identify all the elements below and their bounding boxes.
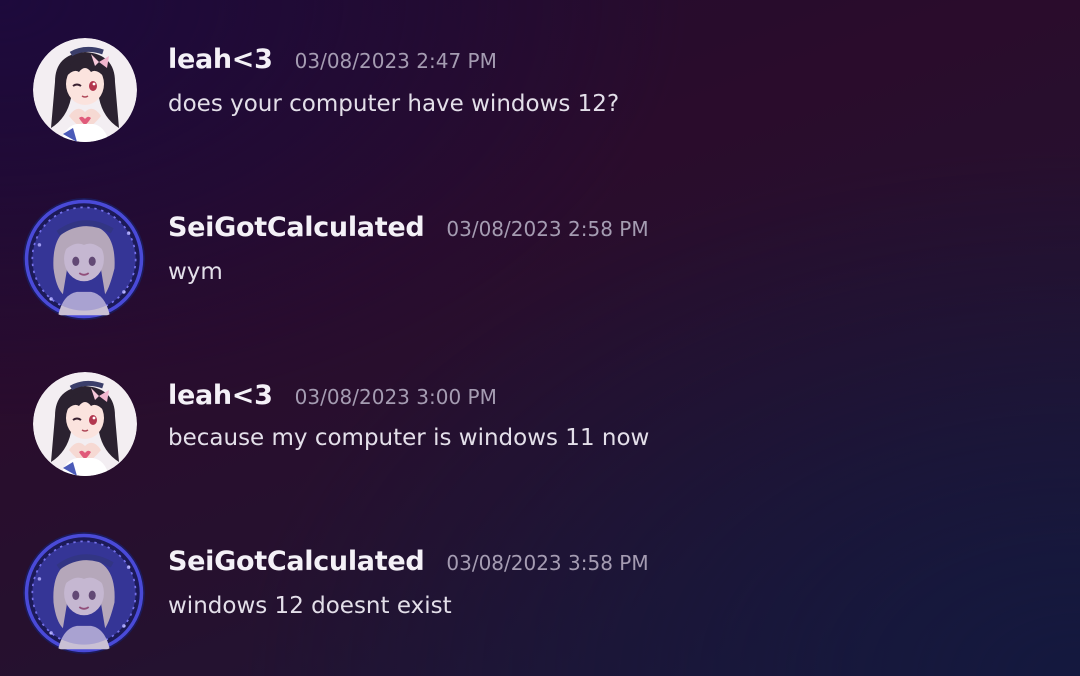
leah-avatar[interactable] [33,38,137,142]
username[interactable]: leah<3 [168,380,273,411]
message-header: leah<3 03/08/2023 2:47 PM [168,44,497,75]
message-header: leah<3 03/08/2023 3:00 PM [168,380,497,411]
sei-avatar[interactable] [23,532,145,654]
username[interactable]: SeiGotCalculated [168,546,425,577]
timestamp: 03/08/2023 2:58 PM [446,217,649,241]
message-item: leah<3 03/08/2023 2:47 PM does your comp… [0,38,1080,188]
timestamp: 03/08/2023 3:00 PM [294,385,497,409]
message-header: SeiGotCalculated 03/08/2023 3:58 PM [168,546,649,577]
message-content: windows 12 doesnt exist [168,593,452,619]
leah-avatar[interactable] [33,372,137,476]
sei-avatar[interactable] [23,198,145,320]
message-item: SeiGotCalculated 03/08/2023 3:58 PM wind… [0,532,1080,676]
message-header: SeiGotCalculated 03/08/2023 2:58 PM [168,212,649,243]
timestamp: 03/08/2023 2:47 PM [294,49,497,73]
username[interactable]: SeiGotCalculated [168,212,425,243]
username[interactable]: leah<3 [168,44,273,75]
message-content: because my computer is windows 11 now [168,425,650,451]
chat-log: leah<3 03/08/2023 2:47 PM does your comp… [0,0,1080,676]
message-item: leah<3 03/08/2023 3:00 PM because my com… [0,372,1080,522]
message-item: SeiGotCalculated 03/08/2023 2:58 PM wym [0,198,1080,348]
timestamp: 03/08/2023 3:58 PM [446,551,649,575]
message-content: wym [168,259,223,285]
message-content: does your computer have windows 12? [168,91,620,117]
